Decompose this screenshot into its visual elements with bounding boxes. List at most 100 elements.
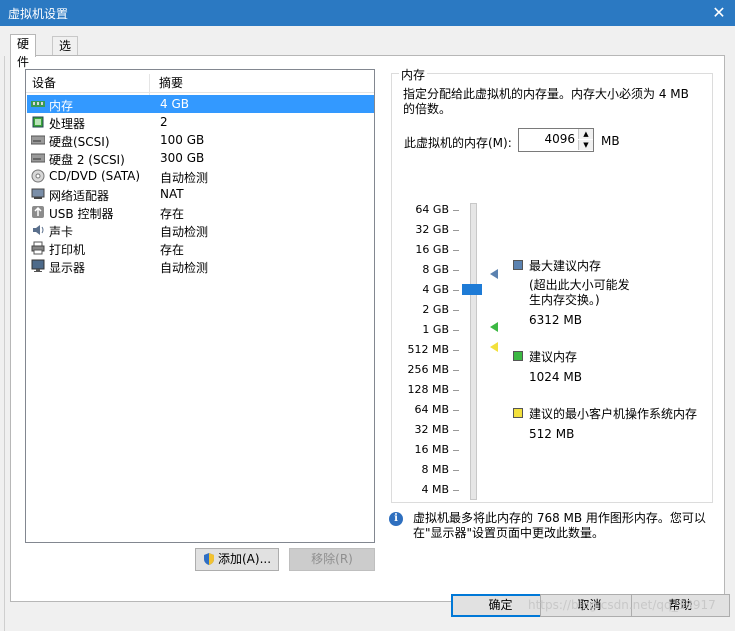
scale-tick: 64 GB	[415, 203, 449, 216]
device-row-cd-dvd[interactable]: CD/DVD (SATA) 自动检测	[27, 167, 374, 185]
watermark: https://blog.csdn.net/qq_38917	[528, 598, 716, 612]
sound-card-icon	[33, 225, 44, 235]
scale-tick-mark	[453, 410, 459, 411]
spin-up-icon[interactable]: ▲	[578, 129, 593, 139]
monitor-icon	[31, 259, 45, 272]
hard-disk-icon	[31, 153, 45, 163]
scale-tick: 8 MB	[421, 463, 449, 476]
recommended-legend-icon	[513, 351, 523, 361]
device-summary: 4 GB	[160, 97, 189, 111]
max-recommended-title: 最大建议内存	[529, 259, 602, 273]
device-name: USB 控制器	[49, 207, 114, 221]
min-guest-title: 建议的最小客户机操作系统内存	[529, 407, 698, 421]
device-summary: 自动检测	[160, 261, 209, 275]
scale-tick: 32 GB	[415, 223, 449, 236]
scale-tick: 16 GB	[415, 243, 449, 256]
shield-icon	[204, 553, 214, 565]
hardware-panel: 设备 摘要 内存 4 GB 处理器 2 硬盘(SCSI) 100 GB 硬盘 2…	[10, 55, 725, 602]
max-recommended-marker-icon	[490, 269, 498, 279]
network-adapter-icon	[31, 188, 45, 199]
close-icon[interactable]: ✕	[703, 0, 735, 26]
scale-tick: 4 MB	[421, 483, 449, 496]
cpu-icon	[32, 116, 44, 128]
add-button[interactable]: 添加(A)...	[195, 548, 279, 571]
tab-hardware[interactable]: 硬件	[10, 34, 37, 69]
min-guest-legend-icon	[513, 408, 523, 418]
usb-icon	[32, 206, 44, 218]
device-summary: NAT	[160, 187, 184, 201]
device-name: 内存	[49, 99, 74, 113]
scale-tick: 256 MB	[407, 363, 449, 376]
device-row-disk-2[interactable]: 硬盘 2 (SCSI) 300 GB	[27, 149, 374, 167]
scale-tick-mark	[453, 210, 459, 211]
max-recommended-value: 6312 MB	[529, 313, 582, 327]
device-name: 声卡	[49, 225, 74, 239]
memory-value[interactable]: 4096	[544, 132, 575, 146]
spin-down-icon[interactable]: ▼	[578, 140, 593, 150]
device-name: 显示器	[49, 261, 86, 275]
add-button-label: 添加(A)...	[218, 552, 272, 566]
info-icon: i	[389, 512, 403, 526]
graphics-memory-info: 虚拟机最多将此内存的 768 MB 用作图形内存。您可以在"显示器"设置页面中更…	[413, 511, 706, 540]
scale-tick: 4 GB	[422, 283, 449, 296]
scale-tick-mark	[453, 290, 459, 291]
printer-icon	[31, 241, 45, 255]
device-row-network[interactable]: 网络适配器 NAT	[27, 185, 374, 203]
scale-tick-mark	[453, 470, 459, 471]
scale-tick-mark	[453, 450, 459, 451]
device-name: 打印机	[49, 243, 86, 257]
memory-spinbox[interactable]: 4096 ▲ ▼	[518, 128, 594, 152]
memory-field-label: 此虚拟机的内存(M):	[404, 136, 512, 150]
memory-slider-track[interactable]	[470, 203, 477, 500]
title-bar: 虚拟机设置 ✕	[0, 0, 735, 26]
scale-tick-mark	[453, 270, 459, 271]
device-row-printer[interactable]: 打印机 存在	[27, 239, 374, 257]
device-summary: 自动检测	[160, 171, 209, 185]
left-edge	[0, 56, 5, 631]
remove-button[interactable]: 移除(R)	[289, 548, 375, 571]
memory-group-title: 内存	[399, 66, 428, 83]
device-row-usb[interactable]: USB 控制器 存在	[27, 203, 374, 221]
device-summary: 300 GB	[160, 151, 205, 165]
scale-tick-mark	[453, 330, 459, 331]
device-summary: 自动检测	[160, 225, 209, 239]
scale-tick: 512 MB	[407, 343, 449, 356]
max-recommended-legend-icon	[513, 260, 523, 270]
device-name: 网络适配器	[49, 189, 110, 203]
min-guest-marker-icon	[490, 342, 498, 352]
recommended-title: 建议内存	[529, 350, 578, 364]
scale-tick-mark	[453, 430, 459, 431]
memory-icon	[31, 101, 45, 107]
memory-slider-thumb[interactable]	[462, 284, 482, 295]
scale-tick-mark	[453, 230, 459, 231]
device-summary: 存在	[160, 207, 185, 221]
column-device[interactable]: 设备	[32, 74, 56, 91]
scale-tick-mark	[453, 350, 459, 351]
device-row-processor[interactable]: 处理器 2	[27, 113, 374, 131]
device-row-display[interactable]: 显示器 自动检测	[27, 257, 374, 275]
tab-options[interactable]: 选项	[52, 36, 79, 71]
scale-tick-mark	[453, 310, 459, 311]
scale-tick-mark	[453, 390, 459, 391]
column-separator[interactable]	[149, 74, 150, 96]
device-row-memory[interactable]: 内存 4 GB	[27, 95, 374, 113]
scale-tick: 32 MB	[414, 423, 449, 436]
device-list[interactable]: 设备 摘要 内存 4 GB 处理器 2 硬盘(SCSI) 100 GB 硬盘 2…	[25, 69, 375, 543]
scale-tick-mark	[453, 370, 459, 371]
scale-tick: 1 GB	[422, 323, 449, 336]
memory-unit: MB	[601, 134, 620, 148]
memory-description: 指定分配给此虚拟机的内存量。内存大小必须为 4 MB 的倍数。	[403, 87, 689, 116]
device-summary: 100 GB	[160, 133, 205, 147]
device-row-sound[interactable]: 声卡 自动检测	[27, 221, 374, 239]
hard-disk-icon	[31, 135, 45, 145]
scale-tick: 16 MB	[414, 443, 449, 456]
column-summary[interactable]: 摘要	[159, 74, 183, 91]
device-summary: 2	[160, 115, 168, 129]
dialog-body: 硬件 选项 设备 摘要 内存 4 GB 处理器 2 硬盘(SCSI)	[0, 26, 735, 631]
device-row-disk[interactable]: 硬盘(SCSI) 100 GB	[27, 131, 374, 149]
recommended-marker-icon	[490, 322, 498, 332]
window-title: 虚拟机设置	[8, 7, 69, 21]
min-guest-value: 512 MB	[529, 427, 575, 441]
cd-dvd-icon	[31, 169, 45, 183]
device-summary: 存在	[160, 243, 185, 257]
